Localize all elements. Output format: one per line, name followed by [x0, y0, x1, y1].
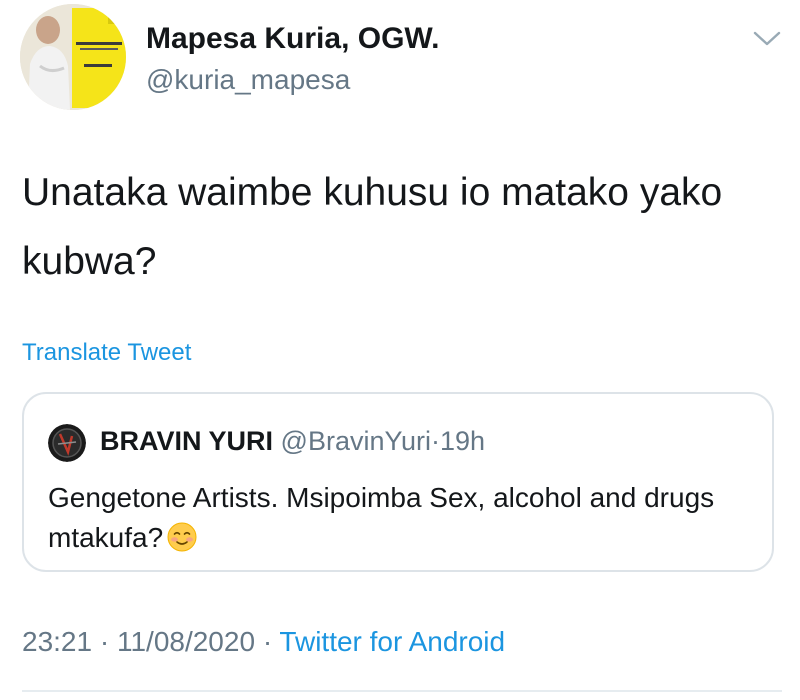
quoted-text: Gengetone Artists. Msipoimba Sex, alcoho… [48, 478, 748, 558]
tweet-source[interactable]: Twitter for Android [279, 626, 505, 657]
quoted-separator: · [431, 426, 441, 456]
chevron-down-icon[interactable] [752, 28, 782, 50]
quoted-handle[interactable]: @BravinYuri [281, 426, 431, 456]
tweet-time[interactable]: 23:21 [22, 626, 92, 657]
translate-tweet-link[interactable]: Translate Tweet [22, 339, 191, 367]
divider [22, 690, 782, 692]
tweet-date[interactable]: 11/08/2020 [117, 626, 255, 657]
quoted-tweet[interactable]: BRAVIN YURI @BravinYuri·19h Gengetone Ar… [22, 392, 774, 572]
quoted-name[interactable]: BRAVIN YURI [100, 426, 273, 456]
quoted-avatar[interactable] [48, 424, 86, 462]
tweet: Mapesa Kuria, OGW. @kuria_mapesa Unataka… [0, 0, 800, 700]
quoted-time[interactable]: 19h [440, 426, 485, 456]
tweet-text: Unataka waimbe kuhusu io matako yako kub… [22, 171, 723, 283]
author-avatar[interactable] [20, 4, 126, 110]
smiling-face-emoji-icon [167, 522, 197, 552]
quoted-text-body: Gengetone Artists. Msipoimba Sex, alcoho… [48, 482, 715, 553]
author-name[interactable]: Mapesa Kuria, OGW. [146, 22, 439, 56]
meta-separator-2: · [262, 626, 273, 657]
tweet-meta: 23:21 · 11/08/2020 · Twitter for Android [22, 626, 505, 658]
meta-separator: · [99, 626, 110, 657]
author-handle[interactable]: @kuria_mapesa [146, 64, 350, 96]
quoted-header: BRAVIN YURI @BravinYuri·19h [100, 426, 485, 457]
